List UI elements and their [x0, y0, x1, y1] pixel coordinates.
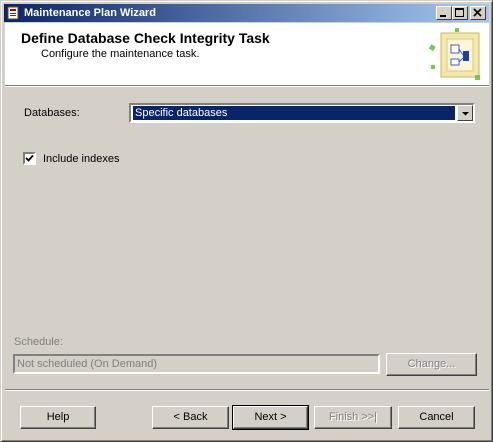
schedule-field: Not scheduled (On Demand): [13, 354, 380, 374]
close-icon: [473, 8, 482, 17]
page-title: Define Database Check Integrity Task: [21, 30, 270, 46]
chevron-down-icon: [462, 112, 469, 116]
dropdown-arrow-button[interactable]: [457, 105, 473, 121]
databases-selected-value: Specific databases: [133, 106, 455, 120]
checkmark-icon: [25, 154, 34, 162]
finish-button[interactable]: Finish >>|: [314, 406, 392, 429]
maximize-icon: [455, 8, 464, 17]
cancel-button[interactable]: Cancel: [398, 406, 475, 429]
title-bar[interactable]: Maintenance Plan Wizard: [4, 4, 489, 22]
next-button[interactable]: Next >: [232, 405, 309, 430]
minimize-icon: [440, 15, 446, 17]
wizard-app-icon: [7, 6, 20, 20]
schedule-label: Schedule:: [14, 336, 63, 348]
change-schedule-button[interactable]: Change...: [386, 353, 477, 376]
databases-label: Databases:: [24, 107, 80, 119]
wizard-header: Define Database Check Integrity Task Con…: [5, 23, 489, 85]
back-button[interactable]: < Back: [152, 406, 229, 429]
wizard-window: Maintenance Plan Wizard Define Database …: [0, 0, 493, 442]
include-indexes-label[interactable]: Include indexes: [43, 153, 119, 165]
page-subtitle: Configure the maintenance task.: [41, 48, 200, 60]
databases-dropdown[interactable]: Specific databases: [129, 103, 475, 123]
help-button[interactable]: Help: [20, 406, 96, 429]
close-button[interactable]: [470, 6, 486, 20]
wizard-banner-icon: [428, 28, 480, 80]
minimize-button[interactable]: [436, 6, 452, 20]
footer-separator: [5, 389, 489, 391]
header-separator: [5, 85, 489, 87]
window-title: Maintenance Plan Wizard: [24, 7, 156, 19]
include-indexes-checkbox[interactable]: [23, 152, 36, 165]
maximize-button[interactable]: [452, 6, 468, 20]
